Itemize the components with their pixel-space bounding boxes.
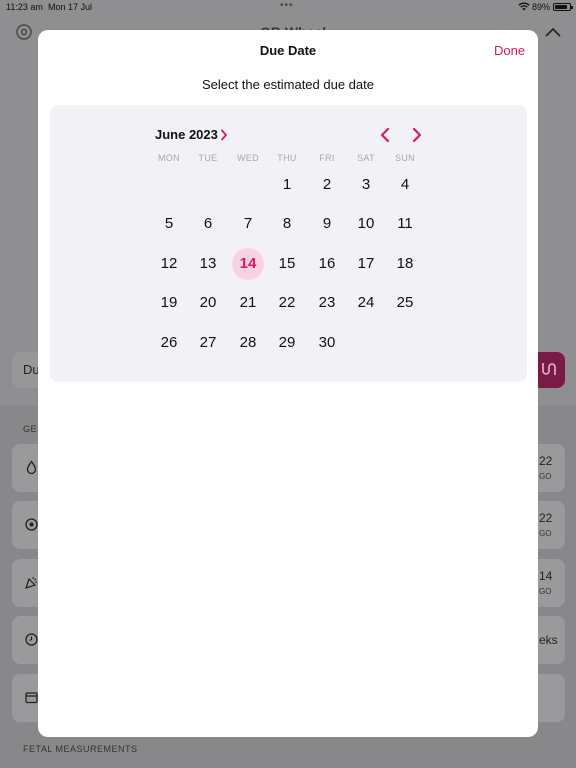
calendar-day[interactable]: 4 [389, 169, 421, 201]
calendar-day[interactable]: 29 [271, 327, 303, 359]
row-sub-0: GO [539, 472, 552, 481]
row-right-0[interactable] [538, 444, 565, 492]
calendar-day[interactable]: 1 [271, 169, 303, 201]
row-right-1[interactable] [538, 501, 565, 549]
chevron-up-icon[interactable] [544, 26, 562, 38]
selected-day[interactable]: 14 [232, 248, 264, 280]
calendar-day[interactable]: 22 [271, 287, 303, 319]
row-sub-2: GO [539, 587, 552, 596]
calendar-day[interactable]: 11 [389, 208, 421, 240]
calendar-day[interactable]: 15 [271, 248, 303, 280]
calendar-day[interactable]: 7 [232, 208, 264, 240]
wheel-icon [542, 363, 556, 375]
previous-month-icon[interactable] [378, 127, 392, 143]
row-value-1: 22 [539, 511, 553, 525]
section-header-fetal: FETAL MEASUREMENTS [23, 744, 138, 754]
status-time: 11:23 am [6, 2, 43, 12]
row-value-0: 22 [539, 454, 553, 468]
multitasking-dots-icon[interactable]: ••• [280, 0, 294, 11]
calendar-day[interactable]: 3 [350, 169, 382, 201]
chevron-right-icon[interactable] [220, 129, 228, 141]
weekday-sun: SUN [395, 153, 415, 163]
calendar-day[interactable]: 2 [311, 169, 343, 201]
calendar-day[interactable]: 20 [192, 287, 224, 319]
calendar-day[interactable]: 16 [311, 248, 343, 280]
done-button[interactable]: Done [494, 43, 525, 58]
weekday-mon: MON [158, 153, 180, 163]
row-value-2: 14 [539, 569, 553, 583]
calendar-day[interactable]: 13 [192, 248, 224, 280]
sheet-subtitle: Select the estimated due date [201, 77, 374, 92]
sheet-title: Due Date [259, 43, 317, 58]
month-year-button[interactable]: June 2023 [155, 127, 218, 142]
calendar-day[interactable]: 17 [350, 248, 382, 280]
drop-icon [26, 460, 37, 475]
row-value-3: eks [539, 633, 558, 647]
calendar-day[interactable]: 26 [153, 327, 185, 359]
calendar-day[interactable]: 24 [350, 287, 382, 319]
calendar-day[interactable]: 28 [232, 327, 264, 359]
battery-percent: 89% [532, 2, 551, 12]
clock-icon [25, 633, 38, 646]
calendar-day[interactable]: 12 [153, 248, 185, 280]
next-month-icon[interactable] [410, 127, 424, 143]
calendar-day[interactable]: 30 [311, 327, 343, 359]
row-right-4[interactable] [538, 674, 565, 722]
calendar-day[interactable]: 10 [350, 208, 382, 240]
calendar-day[interactable]: 23 [311, 287, 343, 319]
status-date: Mon 17 Jul [48, 2, 93, 12]
calendar-day[interactable]: 27 [192, 327, 224, 359]
calendar-icon [25, 692, 38, 704]
calendar-day[interactable]: 21 [232, 287, 264, 319]
calendar-day[interactable]: 19 [153, 287, 185, 319]
target-icon [25, 518, 38, 531]
row-sub-1: GO [539, 529, 552, 538]
calendar-day[interactable]: 6 [192, 208, 224, 240]
party-popper-icon [25, 576, 37, 589]
row-right-2[interactable] [538, 559, 565, 607]
calendar-day[interactable]: 5 [153, 208, 185, 240]
battery-icon [553, 3, 573, 11]
calendar-day[interactable]: 25 [389, 287, 421, 319]
calendar-day[interactable]: 9 [311, 208, 343, 240]
status-bar: 11:23 am Mon 17 Jul ••• 89% [0, 0, 576, 14]
gear-icon[interactable] [15, 23, 33, 41]
due-date-sheet: Due Date Done Select the estimated due d… [38, 30, 538, 737]
weekday-fri: FRI [319, 153, 335, 163]
date-picker-calendar: June 2023 MON TUE WED THU FRI SAT SUN 12345678… [50, 105, 527, 382]
calendar-day[interactable]: 18 [389, 248, 421, 280]
weekday-tue: TUE [198, 153, 218, 163]
weekday-wed: WED [237, 153, 259, 163]
calendar-day[interactable]: 8 [271, 208, 303, 240]
weekday-thu: THU [277, 153, 297, 163]
weekday-sat: SAT [357, 153, 375, 163]
wifi-icon [518, 2, 530, 11]
